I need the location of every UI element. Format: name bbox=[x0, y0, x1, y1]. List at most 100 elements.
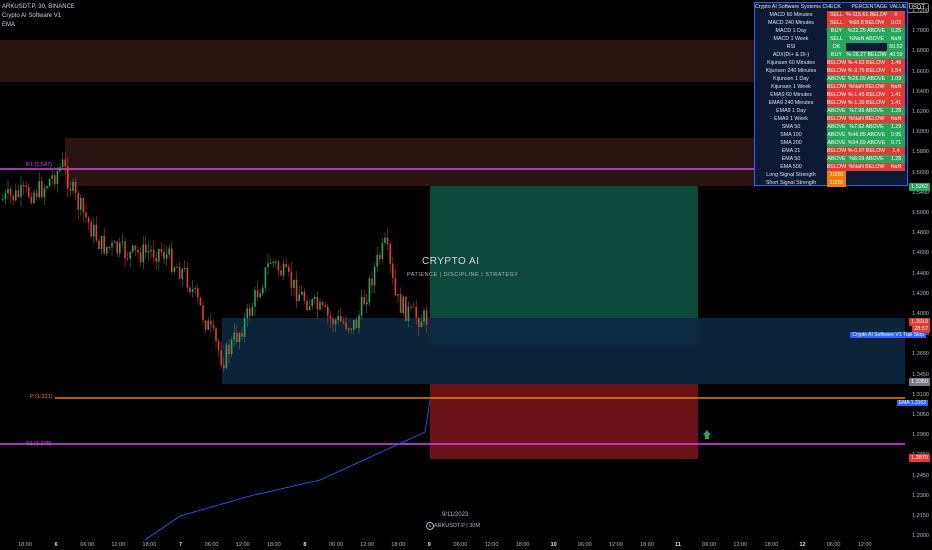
candle-body bbox=[204, 320, 207, 330]
candle-body bbox=[41, 181, 43, 198]
signal-cell-check: Short Signal Strength bbox=[765, 180, 817, 186]
x-axis-tick: 18:00 bbox=[266, 542, 281, 548]
signal-cell-check: SMA 50 bbox=[781, 124, 801, 130]
candle-body bbox=[384, 237, 386, 243]
candle-body bbox=[147, 251, 150, 253]
candle-body bbox=[366, 302, 368, 305]
candle-body bbox=[353, 319, 355, 330]
candle-body bbox=[269, 262, 272, 264]
candle-body bbox=[319, 301, 321, 310]
x-axis-tick: 12:00 bbox=[857, 542, 872, 548]
candle-body bbox=[202, 305, 204, 321]
table-row: EMA 500 BELOW %NaN BELOW NaN bbox=[755, 163, 907, 171]
candle-body bbox=[321, 301, 324, 306]
candle-body bbox=[371, 278, 373, 286]
signal-cell-pct: %22.25 ABOVE bbox=[846, 27, 887, 35]
signal-cell-val: 1.54 bbox=[887, 67, 905, 75]
watermark-title: CRYPTO AI bbox=[422, 256, 480, 267]
candle-body bbox=[360, 296, 363, 316]
x-axis-tick: 18:00 bbox=[18, 542, 32, 548]
candle-body bbox=[212, 324, 215, 329]
candle-body bbox=[337, 316, 339, 321]
candle-body bbox=[129, 251, 131, 259]
candle-body bbox=[264, 267, 267, 288]
signal-cell-status: BELOW bbox=[827, 83, 847, 91]
candle-body bbox=[155, 257, 157, 262]
y-axis-tick: 1.7000 bbox=[912, 28, 929, 35]
candle-body bbox=[2, 199, 4, 201]
candle-body bbox=[152, 249, 155, 258]
candle-body bbox=[165, 254, 168, 259]
candle-body bbox=[82, 198, 85, 213]
signal-cell-val: 0.71 bbox=[887, 139, 905, 147]
indicator-legend-2[interactable]: EMA bbox=[2, 21, 15, 29]
long-target-zone bbox=[430, 186, 698, 318]
candle-body bbox=[376, 254, 378, 267]
x-axis-tick: 9 bbox=[427, 542, 431, 548]
y-axis-tick: 1.2450 bbox=[912, 472, 929, 479]
candle-body bbox=[22, 185, 25, 187]
candle-body bbox=[199, 297, 202, 306]
watermark-tagline: PATIENCE | DISCIPLINE | STRATEGY bbox=[407, 272, 519, 278]
signal-cell-val: 50.52 bbox=[887, 43, 905, 51]
candle-body bbox=[399, 294, 402, 313]
candle-body bbox=[386, 237, 389, 244]
candle-body bbox=[181, 268, 183, 279]
x-axis-tick: 12:00 bbox=[484, 542, 499, 548]
candle-body bbox=[228, 344, 230, 355]
table-row: Kijunsen 1 Week BELOW %NaN BELOW NaN bbox=[755, 83, 907, 91]
table-row: MACD 60 Minutes SELL %-115.61 BELOW 0 bbox=[755, 11, 907, 19]
table-row: RSI OK 50.52 bbox=[755, 43, 907, 51]
signal-cell-pct bbox=[846, 43, 887, 51]
candle-body bbox=[111, 242, 113, 248]
signal-cell-val bbox=[887, 171, 905, 179]
ema-line bbox=[144, 399, 431, 541]
candle-body bbox=[98, 240, 100, 250]
candle-body bbox=[251, 306, 254, 316]
y-axis-tick: 1.2000 bbox=[912, 533, 929, 540]
x-axis-tick: 06:00 bbox=[577, 542, 592, 548]
x-axis-tick: 06:00 bbox=[453, 542, 468, 548]
x-axis-tick: 06:00 bbox=[826, 542, 841, 548]
candle-body bbox=[163, 251, 165, 259]
candle-body bbox=[7, 188, 9, 194]
candle-body bbox=[113, 241, 116, 243]
indicator-legend-1[interactable]: Crypto AI Software V1 bbox=[2, 12, 61, 20]
signal-cell-val: NaN bbox=[887, 163, 905, 171]
candle-body bbox=[345, 322, 347, 330]
y-axis-tick: 1.5800 bbox=[912, 149, 929, 156]
candle-body bbox=[12, 195, 14, 201]
candle-body bbox=[194, 287, 196, 290]
x-axis-tick: 12:00 bbox=[733, 542, 748, 548]
candle-body bbox=[407, 306, 410, 321]
signal-cell-pct: %NaN ABOVE bbox=[846, 35, 887, 43]
signal-cell-check: Kijunsen 60 Minutes bbox=[767, 60, 815, 66]
signal-cell-pct: %46.85 ABOVE bbox=[846, 131, 887, 139]
y-axis-tick: 1.2150 bbox=[912, 513, 929, 519]
candle-body bbox=[80, 198, 82, 210]
table-row: EMA9 1 Day ABOVE %7.99 ABOVE 1.28 bbox=[755, 107, 907, 115]
candle-body bbox=[38, 181, 40, 198]
candle-body bbox=[119, 242, 121, 254]
signal-cell-status: ABOVE bbox=[827, 155, 846, 163]
chart-symbol: ARKUSDT.P | 30M bbox=[434, 523, 480, 529]
candle-body bbox=[215, 328, 217, 342]
candle-body bbox=[108, 246, 111, 248]
candle-body bbox=[334, 320, 337, 325]
signal-cell-pct: %8.09 ABOVE bbox=[846, 155, 887, 163]
symbol-title[interactable]: ARKUSDT.P, 30, BINANCE bbox=[2, 3, 75, 11]
signal-cell-check: MACD 60 Minutes bbox=[769, 12, 813, 18]
candle-body bbox=[186, 268, 189, 288]
candle-body bbox=[145, 244, 147, 253]
signal-cell-pct: %-4.63 BELOW bbox=[846, 59, 887, 67]
signal-cell-val: 40.59 bbox=[887, 51, 905, 59]
signal-cell-pct: %NaN BELOW bbox=[846, 83, 887, 91]
candle-body bbox=[275, 261, 277, 263]
candle-body bbox=[124, 241, 126, 259]
candle-body bbox=[332, 318, 334, 325]
candle-body bbox=[311, 298, 313, 307]
candle-body bbox=[290, 271, 293, 288]
y-axis-tick: 1.6200 bbox=[912, 109, 929, 115]
candle-body bbox=[324, 305, 326, 307]
candle-body bbox=[288, 267, 290, 272]
